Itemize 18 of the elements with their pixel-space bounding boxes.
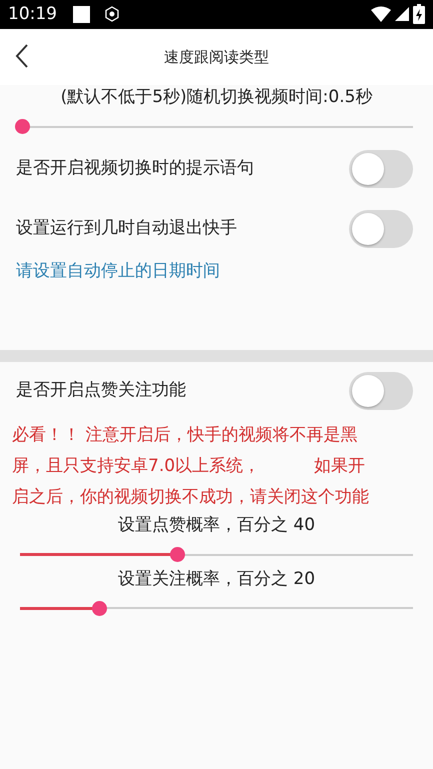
slider-thumb[interactable]	[92, 600, 107, 616]
setting-label: 设置运行到几时自动退出快手	[16, 216, 237, 240]
page-title: 速度跟阅读类型	[164, 46, 269, 68]
warning-text: 必看！！ 注意开启后，快手的视频将不再是黑 屏，且只支持安卓7.0以上系统， 如果开 启之后，你的视频切换不成功，请关闭这个功能	[11, 424, 370, 509]
back-button[interactable]	[14, 43, 30, 69]
date-time-link[interactable]: 请设置自动停止的日期时间	[16, 260, 220, 280]
slider-label: 设置点赞概率，百分之 40	[116, 514, 316, 537]
setting-label: 是否开启视频切换时的提示语句	[16, 156, 254, 180]
toggle-switch[interactable]	[349, 210, 413, 248]
slider-label: (默认不低于5秒)随机切换视频时间:0.5秒	[60, 86, 374, 109]
toggle-switch[interactable]	[349, 372, 413, 410]
slider-label: 设置关注概率，百分之 20	[116, 568, 316, 590]
slider-thumb[interactable]	[170, 547, 186, 562]
clock-text: 10:19	[8, 2, 57, 26]
toggle-switch[interactable]	[349, 150, 413, 188]
notification-icon	[73, 6, 90, 23]
setting-label: 是否开启点赞关注功能	[16, 379, 186, 402]
slider-thumb[interactable]	[14, 119, 30, 134]
